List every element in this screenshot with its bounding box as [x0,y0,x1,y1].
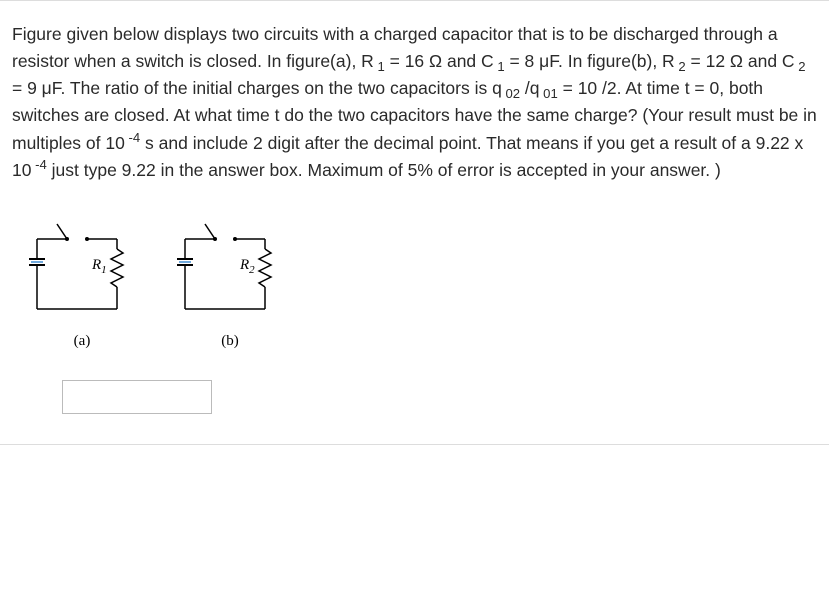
text-part: /q [520,78,539,98]
svg-text:C2: C2 [170,257,171,276]
subscript: 01 [540,86,558,101]
text-part: just type 9.22 in the answer box. Maximu… [47,160,721,180]
answer-input[interactable] [62,380,212,414]
circuit-a-label: (a) [74,333,91,350]
text-part: = 12 Ω and C [691,51,795,71]
subscript: 1 [494,59,505,74]
circuit-a-svg: C1 R1 [22,209,142,329]
subscript: 2 [675,59,686,74]
circuit-b: C2 R2 (b) [170,209,290,350]
circuit-b-svg: C2 R2 [170,209,290,329]
superscript: -4 [125,130,140,145]
circuit-b-label: (b) [221,333,239,350]
text-part: = 8 μF. In figure(b), R [505,51,675,71]
circuit-a: C1 R1 (a) [22,209,142,350]
subscript: 02 [502,86,520,101]
subscript: 2 [795,59,806,74]
superscript: -4 [31,157,46,172]
text-part: = 9 μF. The ratio of the initial charges… [12,78,502,98]
question-container: Figure given below displays two circuits… [0,0,829,445]
subscript: 1 [374,59,385,74]
question-text: Figure given below displays two circuits… [12,21,817,184]
svg-text:R2: R2 [239,257,255,276]
text-part: = 16 Ω and C [385,51,494,71]
svg-text:R1: R1 [91,257,107,276]
circuits-figure: C1 R1 (a) C2 R2 [22,209,817,350]
